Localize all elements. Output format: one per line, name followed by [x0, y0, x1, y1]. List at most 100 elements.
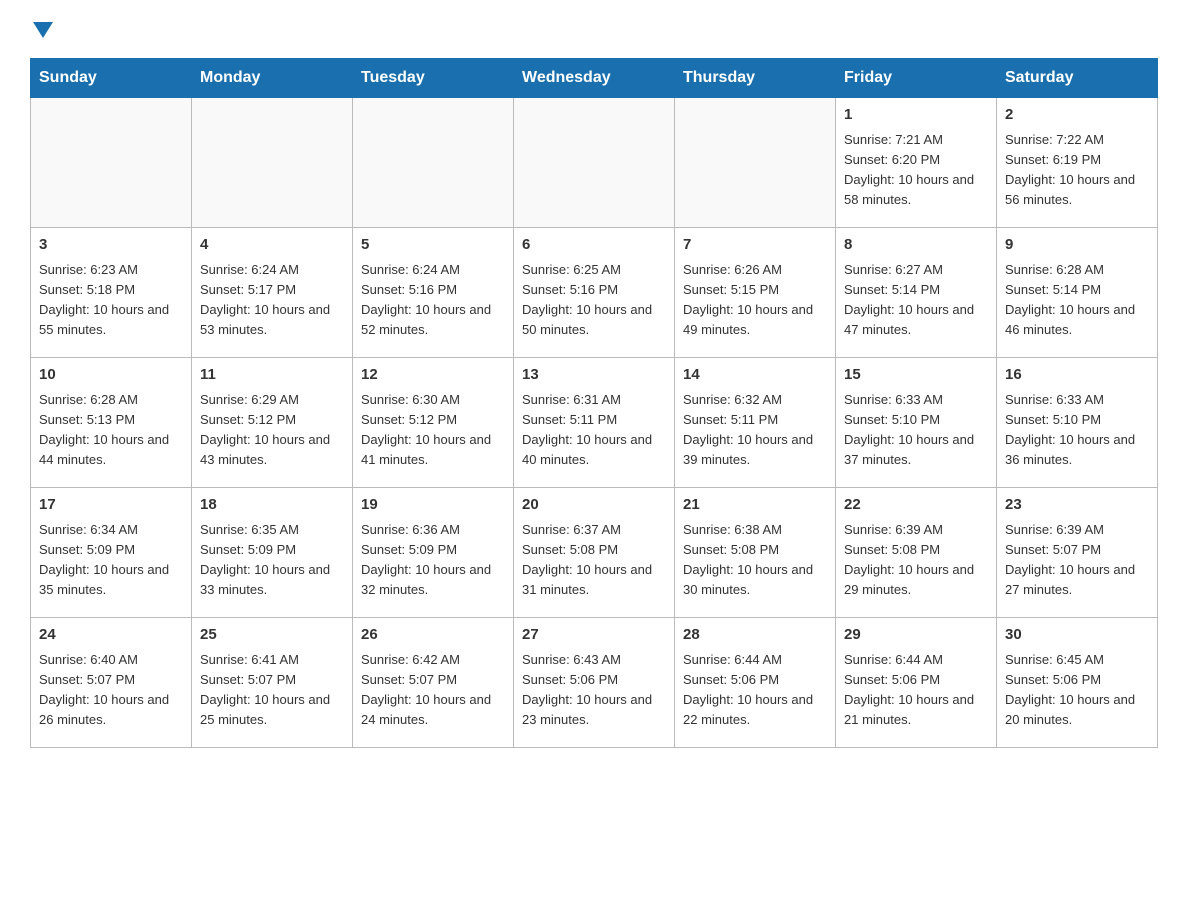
table-row: 23Sunrise: 6:39 AMSunset: 5:07 PMDayligh…	[997, 488, 1158, 618]
day-number: 13	[522, 364, 666, 387]
col-saturday: Saturday	[997, 59, 1158, 98]
day-number: 23	[1005, 494, 1149, 517]
day-number: 20	[522, 494, 666, 517]
table-row: 4 Sunrise: 6:24 AMSunset: 5:17 PMDaylight…	[192, 228, 353, 358]
col-sunday: Sunday	[31, 59, 192, 98]
table-row	[192, 98, 353, 228]
day-number: 16	[1005, 364, 1149, 387]
day-info: Sunrise: 6:29 AMSunset: 5:12 PMDaylight:…	[200, 390, 344, 471]
table-row	[675, 98, 836, 228]
day-number: 4	[200, 234, 344, 257]
day-number: 19	[361, 494, 505, 517]
day-info: Sunrise: 6:39 AMSunset: 5:08 PMDaylight:…	[844, 520, 988, 601]
day-number: 8	[844, 234, 988, 257]
day-info: Sunrise: 6:36 AMSunset: 5:09 PMDaylight:…	[361, 520, 505, 601]
table-row: 6 Sunrise: 6:25 AMSunset: 5:16 PMDaylight…	[514, 228, 675, 358]
day-info: Sunrise: 7:22 AMSunset: 6:19 PMDaylight:…	[1005, 130, 1149, 211]
day-number: 14	[683, 364, 827, 387]
day-info: Sunrise: 6:41 AMSunset: 5:07 PMDaylight:…	[200, 650, 344, 731]
day-info: Sunrise: 6:40 AMSunset: 5:07 PMDaylight:…	[39, 650, 183, 731]
table-row: 28 Sunrise: 6:44 AMSunset: 5:06 PMDayligh…	[675, 618, 836, 748]
table-row: 8 Sunrise: 6:27 AMSunset: 5:14 PMDaylight…	[836, 228, 997, 358]
day-info: Sunrise: 6:28 AMSunset: 5:14 PMDaylight:…	[1005, 260, 1149, 341]
table-row: 14 Sunrise: 6:32 AMSunset: 5:11 PMDayligh…	[675, 358, 836, 488]
day-number: 30	[1005, 624, 1149, 647]
day-number: 27	[522, 624, 666, 647]
day-info: Sunrise: 6:37 AMSunset: 5:08 PMDaylight:…	[522, 520, 666, 601]
day-info: Sunrise: 6:32 AMSunset: 5:11 PMDaylight:…	[683, 390, 827, 471]
col-tuesday: Tuesday	[353, 59, 514, 98]
day-number: 25	[200, 624, 344, 647]
calendar-week-row: 24 Sunrise: 6:40 AMSunset: 5:07 PMDayligh…	[31, 618, 1158, 748]
table-row: 20 Sunrise: 6:37 AMSunset: 5:08 PMDayligh…	[514, 488, 675, 618]
table-row: 18Sunrise: 6:35 AMSunset: 5:09 PMDayligh…	[192, 488, 353, 618]
day-number: 1	[844, 104, 988, 127]
day-info: Sunrise: 6:24 AMSunset: 5:17 PMDaylight:…	[200, 260, 344, 341]
day-info: Sunrise: 6:31 AMSunset: 5:11 PMDaylight:…	[522, 390, 666, 471]
day-info: Sunrise: 6:25 AMSunset: 5:16 PMDaylight:…	[522, 260, 666, 341]
day-number: 7	[683, 234, 827, 257]
day-info: Sunrise: 6:38 AMSunset: 5:08 PMDaylight:…	[683, 520, 827, 601]
day-info: Sunrise: 6:44 AMSunset: 5:06 PMDaylight:…	[844, 650, 988, 731]
day-info: Sunrise: 6:28 AMSunset: 5:13 PMDaylight:…	[39, 390, 183, 471]
table-row: 1Sunrise: 7:21 AMSunset: 6:20 PMDaylight…	[836, 98, 997, 228]
table-row: 12 Sunrise: 6:30 AMSunset: 5:12 PMDayligh…	[353, 358, 514, 488]
day-number: 26	[361, 624, 505, 647]
table-row: 29Sunrise: 6:44 AMSunset: 5:06 PMDayligh…	[836, 618, 997, 748]
table-row: 15 Sunrise: 6:33 AMSunset: 5:10 PMDayligh…	[836, 358, 997, 488]
day-number: 2	[1005, 104, 1149, 127]
day-number: 21	[683, 494, 827, 517]
table-row: 10 Sunrise: 6:28 AMSunset: 5:13 PMDayligh…	[31, 358, 192, 488]
day-number: 3	[39, 234, 183, 257]
day-info: Sunrise: 6:30 AMSunset: 5:12 PMDaylight:…	[361, 390, 505, 471]
calendar-week-row: 3Sunrise: 6:23 AMSunset: 5:18 PMDaylight…	[31, 228, 1158, 358]
table-row: 7 Sunrise: 6:26 AMSunset: 5:15 PMDaylight…	[675, 228, 836, 358]
table-row: 24 Sunrise: 6:40 AMSunset: 5:07 PMDayligh…	[31, 618, 192, 748]
day-info: Sunrise: 6:34 AMSunset: 5:09 PMDaylight:…	[39, 520, 183, 601]
day-number: 5	[361, 234, 505, 257]
day-info: Sunrise: 6:43 AMSunset: 5:06 PMDaylight:…	[522, 650, 666, 731]
table-row: 21 Sunrise: 6:38 AMSunset: 5:08 PMDayligh…	[675, 488, 836, 618]
table-row: 27 Sunrise: 6:43 AMSunset: 5:06 PMDayligh…	[514, 618, 675, 748]
day-info: Sunrise: 6:44 AMSunset: 5:06 PMDaylight:…	[683, 650, 827, 731]
day-info: Sunrise: 6:33 AMSunset: 5:10 PMDaylight:…	[844, 390, 988, 471]
table-row	[353, 98, 514, 228]
table-row: 5Sunrise: 6:24 AMSunset: 5:16 PMDaylight…	[353, 228, 514, 358]
day-info: Sunrise: 6:42 AMSunset: 5:07 PMDaylight:…	[361, 650, 505, 731]
table-row: 19 Sunrise: 6:36 AMSunset: 5:09 PMDayligh…	[353, 488, 514, 618]
col-thursday: Thursday	[675, 59, 836, 98]
table-row: 22Sunrise: 6:39 AMSunset: 5:08 PMDayligh…	[836, 488, 997, 618]
table-row	[514, 98, 675, 228]
logo-general-text	[30, 20, 53, 38]
col-wednesday: Wednesday	[514, 59, 675, 98]
table-row: 9 Sunrise: 6:28 AMSunset: 5:14 PMDaylight…	[997, 228, 1158, 358]
day-number: 24	[39, 624, 183, 647]
table-row: 25 Sunrise: 6:41 AMSunset: 5:07 PMDayligh…	[192, 618, 353, 748]
table-row: 16 Sunrise: 6:33 AMSunset: 5:10 PMDayligh…	[997, 358, 1158, 488]
day-info: Sunrise: 6:45 AMSunset: 5:06 PMDaylight:…	[1005, 650, 1149, 731]
table-row	[31, 98, 192, 228]
table-row: 17 Sunrise: 6:34 AMSunset: 5:09 PMDayligh…	[31, 488, 192, 618]
day-number: 12	[361, 364, 505, 387]
table-row: 2 Sunrise: 7:22 AMSunset: 6:19 PMDaylight…	[997, 98, 1158, 228]
calendar-week-row: 1Sunrise: 7:21 AMSunset: 6:20 PMDaylight…	[31, 98, 1158, 228]
col-monday: Monday	[192, 59, 353, 98]
day-number: 10	[39, 364, 183, 387]
day-number: 17	[39, 494, 183, 517]
day-number: 15	[844, 364, 988, 387]
calendar-week-row: 17 Sunrise: 6:34 AMSunset: 5:09 PMDayligh…	[31, 488, 1158, 618]
calendar-table: Sunday Monday Tuesday Wednesday Thursday…	[30, 58, 1158, 748]
day-number: 28	[683, 624, 827, 647]
logo-triangle-icon	[33, 22, 53, 38]
day-number: 11	[200, 364, 344, 387]
day-info: Sunrise: 6:33 AMSunset: 5:10 PMDaylight:…	[1005, 390, 1149, 471]
day-info: Sunrise: 6:26 AMSunset: 5:15 PMDaylight:…	[683, 260, 827, 341]
day-number: 6	[522, 234, 666, 257]
logo	[30, 20, 53, 38]
day-info: Sunrise: 6:35 AMSunset: 5:09 PMDaylight:…	[200, 520, 344, 601]
day-number: 9	[1005, 234, 1149, 257]
calendar-week-row: 10 Sunrise: 6:28 AMSunset: 5:13 PMDayligh…	[31, 358, 1158, 488]
table-row: 11 Sunrise: 6:29 AMSunset: 5:12 PMDayligh…	[192, 358, 353, 488]
day-info: Sunrise: 6:27 AMSunset: 5:14 PMDaylight:…	[844, 260, 988, 341]
col-friday: Friday	[836, 59, 997, 98]
